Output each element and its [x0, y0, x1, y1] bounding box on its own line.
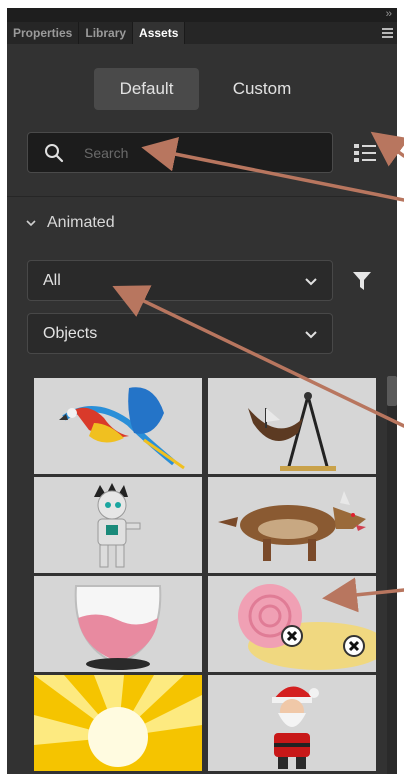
tab-assets[interactable]: Assets	[133, 22, 186, 44]
tab-library[interactable]: Library	[79, 22, 134, 44]
chevron-down-icon	[26, 220, 36, 227]
section-label: Animated	[47, 214, 115, 231]
santa-claus-asset[interactable]	[208, 675, 376, 771]
search-icon	[45, 144, 64, 163]
section-header-animated[interactable]: Animated	[25, 211, 115, 235]
category-dropdown-value: All	[43, 272, 61, 289]
scrollbar-thumb[interactable]	[387, 376, 397, 406]
category-dropdown[interactable]: All	[27, 260, 333, 301]
chevron-down-icon	[305, 331, 317, 339]
funnel-icon[interactable]	[353, 272, 371, 290]
section-divider	[7, 196, 397, 197]
double-chevron-right-icon[interactable]: ››	[386, 8, 392, 20]
glass-bowl-liquid-asset[interactable]	[34, 576, 202, 672]
default-tab-button[interactable]: Default	[94, 68, 199, 110]
type-dropdown[interactable]: Objects	[27, 313, 333, 354]
hamburger-menu-icon[interactable]	[382, 28, 393, 40]
panel-top-strip: ››	[7, 8, 397, 22]
type-dropdown-value: Objects	[43, 325, 98, 342]
search-box	[27, 132, 333, 173]
werewolf-asset[interactable]	[208, 477, 376, 573]
pirate-ship-swing-asset[interactable]	[208, 378, 376, 474]
list-view-icon[interactable]	[353, 141, 377, 165]
segmented-control: Default Custom	[7, 68, 397, 112]
tab-properties[interactable]: Properties	[7, 22, 80, 44]
assets-panel: ›› Properties Library Assets Default Cus…	[7, 8, 397, 774]
sun-burst-asset[interactable]	[34, 675, 202, 771]
mummy-character-asset[interactable]	[34, 477, 202, 573]
panel-tabs: Properties Library Assets	[7, 22, 397, 44]
search-input[interactable]	[84, 133, 314, 172]
snail-sand-asset[interactable]	[208, 576, 376, 672]
custom-tab-button[interactable]: Custom	[217, 68, 307, 110]
parrot-asset[interactable]	[34, 378, 202, 474]
assets-scrollbar[interactable]	[387, 376, 397, 774]
chevron-down-icon	[305, 278, 317, 286]
